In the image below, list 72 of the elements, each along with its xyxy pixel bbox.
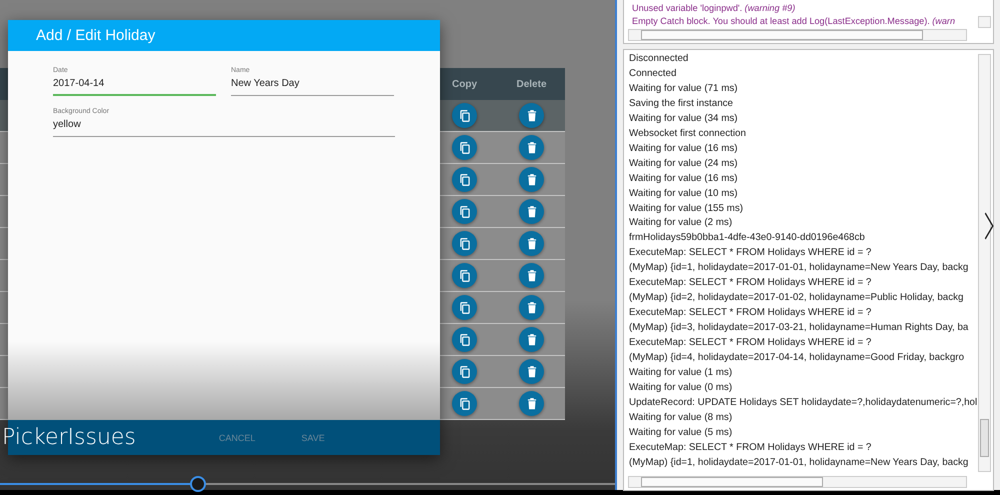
column-header: Delete (515, 78, 548, 90)
log-line: Waiting for value (2 ms) (629, 216, 734, 230)
copy-button[interactable] (452, 263, 477, 288)
delete-button[interactable] (519, 103, 544, 128)
log-line: Waiting for value (16 ms) (629, 172, 739, 186)
copy-icon (458, 364, 472, 378)
vertical-scrollbar[interactable] (978, 16, 991, 28)
copy-button[interactable] (452, 295, 477, 320)
copy-icon (458, 268, 472, 282)
log-line: Websocket first connection (629, 126, 747, 141)
log-line: ExecuteMap: SELECT * FROM Holidays WHERE id = ? (629, 306, 872, 320)
log-line: (MyMap) {id=2, holidaydate=2017-01-02, holidayname=Public Holiday, backg (629, 291, 964, 306)
copy-icon (458, 172, 472, 186)
log-line: Waiting for value (5 ms) (629, 426, 734, 440)
log-line: Waiting for value (155 ms) (629, 202, 744, 216)
copy-icon (458, 396, 472, 410)
copy-button[interactable] (452, 327, 477, 352)
log-line: Waiting for value (24 ms) (629, 156, 739, 171)
log-line: Waiting for value (71 ms) (629, 82, 739, 96)
copy-icon (458, 108, 472, 122)
log-line: UpdateRecord: UPDATE Holidays SET holidaydate=?,holidaydatenumeric=?,hol (629, 396, 978, 410)
delete-button[interactable] (519, 167, 544, 192)
delete-button[interactable] (519, 263, 544, 288)
text-input[interactable]: yellow (53, 119, 395, 137)
copy-button[interactable] (452, 167, 477, 192)
copy-button[interactable] (452, 135, 477, 160)
delete-button[interactable] (519, 199, 544, 224)
log-line: Connected (629, 66, 678, 81)
log-line: ExecuteMap: SELECT * FROM Holidays WHERE id = ? (629, 440, 872, 455)
log-line: Waiting for value (1 ms) (629, 366, 734, 380)
copy-button[interactable] (452, 231, 477, 256)
app-title: PickerIssues (2, 425, 136, 450)
warning-message: Empty Catch block. You should at least add Log(LastException.Message). (warn (632, 15, 956, 28)
log-line: ExecuteMap: SELECT * FROM Holidays WHERE id = ? (629, 246, 872, 260)
copy-icon (458, 204, 472, 218)
copy-button[interactable] (452, 391, 477, 416)
log-line: frmHolidays59b0bba1-4dfe-43e0-9140-dd0196e468cb (629, 231, 866, 246)
copy-icon (458, 236, 472, 250)
log-line: Disconnected (629, 52, 690, 66)
warning-message: Unused variable 'loginpwd'. (warning #9) (632, 2, 796, 15)
log-line: Waiting for value (34 ms) (629, 112, 739, 126)
copy-button[interactable] (452, 103, 477, 128)
copy-icon (458, 332, 472, 346)
text-input[interactable]: New Years Day (231, 78, 394, 96)
log-line: ExecuteMap: SELECT * FROM Holidays WHERE id = ? (629, 336, 872, 350)
log-line: Waiting for value (0 ms) (629, 380, 734, 395)
vertical-scrollbar[interactable] (978, 54, 991, 472)
log-line: Saving the first instance (629, 96, 734, 111)
delete-button[interactable] (519, 231, 544, 256)
delete-button[interactable] (519, 391, 544, 416)
seek-bar[interactable] (0, 476, 615, 492)
delete-button[interactable] (519, 295, 544, 320)
log-line: Waiting for value (10 ms) (629, 186, 739, 201)
copy-icon (458, 300, 472, 314)
copy-button[interactable] (452, 199, 477, 224)
text-input[interactable]: 2017-04-14 (53, 78, 216, 96)
copy-button[interactable] (452, 359, 477, 384)
log-line: Waiting for value (16 ms) (629, 142, 739, 156)
log-line: Waiting for value (8 ms) (629, 410, 734, 425)
log-line: ExecuteMap: SELECT * FROM Holidays WHERE id = ? (629, 276, 872, 290)
horizontal-scrollbar[interactable] (628, 29, 967, 41)
horizontal-scrollbar[interactable] (628, 476, 967, 488)
column-header: Copy (451, 78, 478, 90)
delete-button[interactable] (519, 327, 544, 352)
dialog-title: Add / Edit Holiday (8, 20, 440, 51)
copy-icon (458, 140, 472, 154)
delete-button[interactable] (519, 359, 544, 384)
log-line: (MyMap) {id=1, holidaydate=2017-01-01, holidayname=New Years Day, backg (629, 456, 970, 470)
log-line: (MyMap) {id=3, holidaydate=2017-03-21, holidayname=Human Rights Day, ba (629, 321, 970, 336)
delete-button[interactable] (519, 135, 544, 160)
log-line: (MyMap) {id=1, holidaydate=2017-01-01, holidayname=New Years Day, backg (629, 261, 970, 276)
log-line: (MyMap) {id=4, holidaydate=2017-04-14, holidayname=Good Friday, backgro (629, 351, 966, 366)
